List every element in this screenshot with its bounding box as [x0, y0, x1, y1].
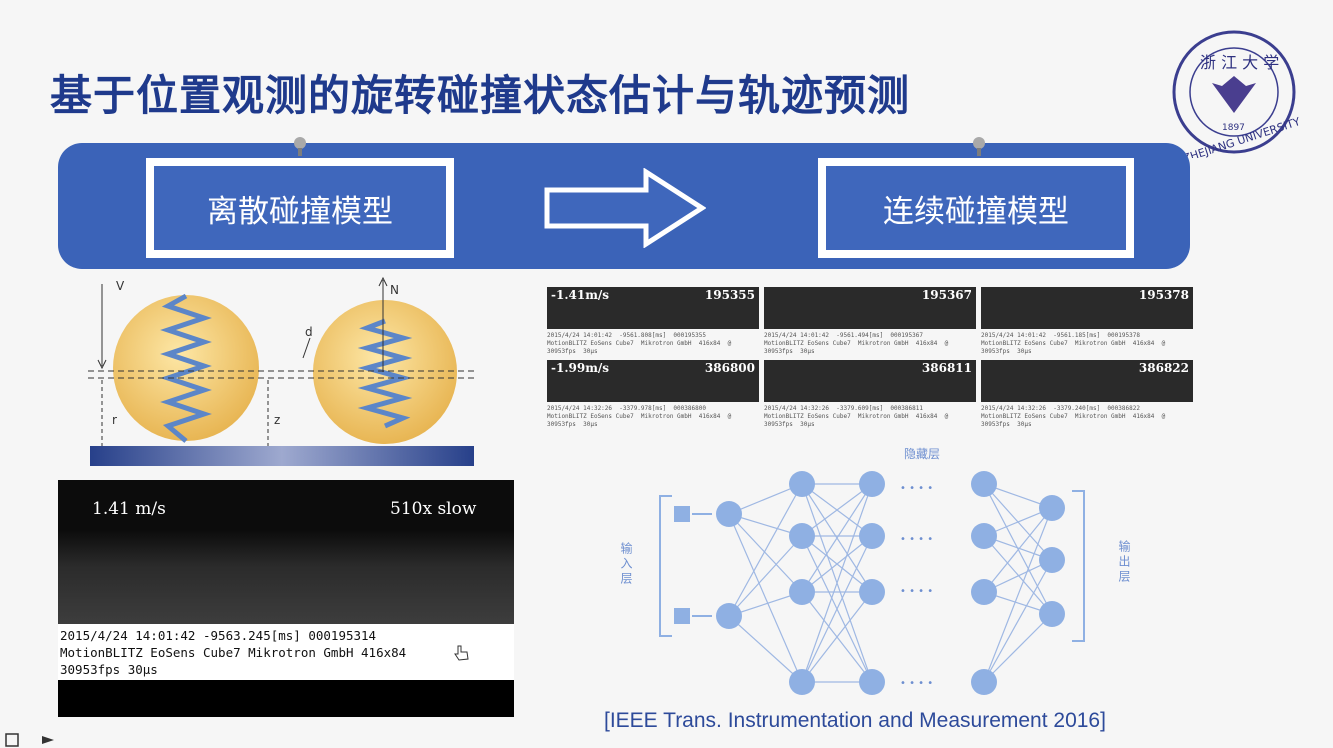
nn-connection	[983, 613, 1053, 683]
frame-id: 386811	[921, 361, 972, 375]
camera-frame: 195367	[764, 287, 976, 329]
frame-caption: 2015/4/24 14:01:42 -9561.494[ms] 0001953…	[764, 332, 949, 355]
pushpin-icon	[973, 137, 985, 156]
logo-year: 1897	[1222, 123, 1245, 133]
nn-node	[789, 579, 815, 605]
neural-network-diagram: 隐藏层 • • • • • • • • • • • • • • • •	[659, 447, 1085, 695]
nn-node	[789, 669, 815, 695]
input-unit	[674, 506, 690, 522]
collision-video-player[interactable]: 1.41 m/s 510x slow 2015/4/24 14:01:42 -9…	[58, 480, 514, 717]
deformation-label: d	[305, 325, 313, 339]
frame-speed: -1.41m/s	[551, 288, 610, 302]
nn-node	[859, 579, 885, 605]
notes-icon[interactable]	[5, 733, 19, 747]
normal-label: N	[390, 283, 399, 297]
nn-node	[971, 471, 997, 497]
frame-id: 386822	[1138, 361, 1189, 375]
next-slide-icon[interactable]	[42, 736, 54, 744]
university-logo: 浙 江 大 学 1897 ZHEJIANG UNIVERSITY	[1172, 30, 1302, 158]
frame-caption: 2015/4/24 14:01:42 -9561.808[ms] 0001953…	[547, 332, 732, 355]
video-info-line: 2015/4/24 14:01:42 -9563.245[ms] 0001953…	[60, 628, 377, 643]
continuous-model-label: 连续碰撞模型	[883, 193, 1069, 230]
height-label: z	[274, 413, 280, 427]
logo-cn-name: 浙 江 大 学	[1200, 53, 1279, 72]
nn-node	[971, 669, 997, 695]
nn-connection	[728, 615, 803, 683]
camera-frame: -1.41m/s 195355	[547, 287, 759, 329]
video-bottom-bar	[58, 680, 514, 717]
frame-caption: 2015/4/24 14:32:26 -3379.609[ms] 0003868…	[764, 405, 949, 428]
nn-node	[971, 579, 997, 605]
nn-connection	[728, 513, 803, 593]
input-layer-label: 输入层	[619, 542, 633, 587]
nn-node	[716, 501, 742, 527]
nn-node	[1039, 601, 1065, 627]
radius-label: r	[112, 413, 117, 427]
camera-frame: 195378	[981, 287, 1193, 329]
nn-node	[1039, 547, 1065, 573]
camera-frame: 386822	[981, 360, 1193, 402]
input-bracket	[659, 495, 672, 637]
video-info-panel: 2015/4/24 14:01:42 -9563.245[ms] 0001953…	[58, 624, 514, 680]
nn-node	[859, 471, 885, 497]
output-bracket	[1072, 490, 1085, 642]
pushpin-icon	[294, 137, 306, 156]
video-speed: 1.41 m/s	[92, 499, 166, 519]
slide-nav-icons[interactable]	[2, 732, 66, 748]
frame-caption: 2015/4/24 14:32:26 -3379.978[ms] 0003868…	[547, 405, 732, 428]
frame-caption: 2015/4/24 14:01:42 -9561.185[ms] 0001953…	[981, 332, 1166, 355]
frame-caption: 2015/4/24 14:32:26 -3379.240[ms] 0003868…	[981, 405, 1166, 428]
right-arrow-icon	[544, 168, 706, 248]
nn-node	[859, 523, 885, 549]
hand-cursor-icon	[454, 645, 469, 661]
collision-spring-diagram: V N d r z	[88, 276, 476, 466]
ellipsis: • • • •	[900, 586, 933, 597]
continuous-model-box: 连续碰撞模型	[818, 158, 1134, 258]
frame-id: 195367	[921, 288, 972, 302]
slide-title: 基于位置观测的旋转碰撞状态估计与轨迹预测	[50, 71, 911, 120]
discrete-model-box: 离散碰撞模型	[146, 158, 454, 258]
nn-node	[1039, 495, 1065, 521]
nn-node	[789, 523, 815, 549]
video-info-line: MotionBLITZ EoSens Cube7 Mikrotron GmbH …	[60, 645, 407, 660]
frame-id: 195378	[1138, 288, 1189, 302]
camera-frame: -1.99m/s 386800	[547, 360, 759, 402]
citation: [IEEE Trans. Instrumentation and Measure…	[604, 709, 1106, 732]
camera-frame: 386811	[764, 360, 976, 402]
frame-id: 386800	[704, 361, 755, 375]
velocity-label: V	[116, 279, 125, 293]
ellipsis: • • • •	[900, 483, 933, 494]
hidden-layer-label: 隐藏层	[904, 447, 940, 461]
ellipsis: • • • •	[900, 534, 933, 545]
ellipsis: • • • •	[900, 678, 933, 689]
input-unit	[674, 608, 690, 624]
video-slowdown: 510x slow	[390, 499, 477, 519]
nn-node	[789, 471, 815, 497]
nn-node	[716, 603, 742, 629]
frame-id: 195355	[704, 288, 755, 302]
video-info-line: 30953fps 30µs	[60, 662, 158, 677]
output-layer-label: 输出层	[1117, 540, 1131, 585]
nn-node	[859, 669, 885, 695]
eagle-emblem-icon	[1212, 76, 1256, 113]
frame-speed: -1.99m/s	[551, 361, 610, 375]
nn-node	[971, 523, 997, 549]
discrete-model-label: 离散碰撞模型	[207, 193, 393, 230]
ground-plane	[90, 446, 474, 466]
